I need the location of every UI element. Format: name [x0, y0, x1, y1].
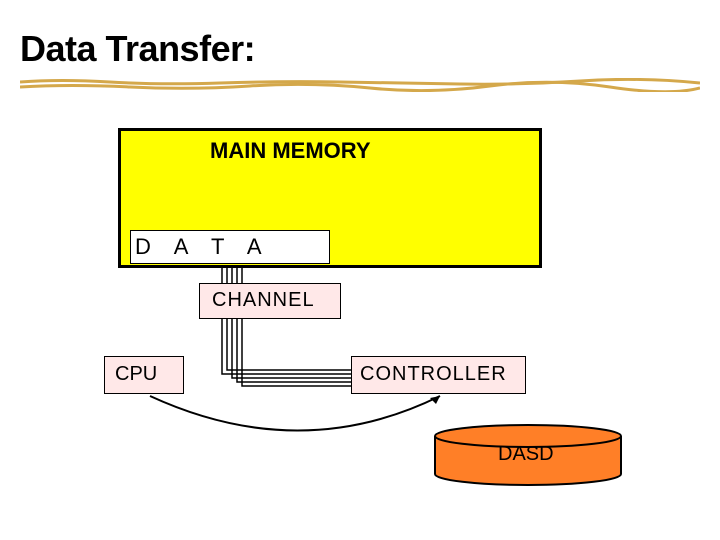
channel-label: CHANNEL	[212, 289, 315, 312]
data-label: D A T A	[135, 234, 271, 260]
slide-title: Data Transfer:	[20, 28, 255, 70]
controller-label: CONTROLLER	[360, 363, 507, 386]
cpu-label: CPU	[115, 363, 157, 386]
main-memory-label: MAIN MEMORY	[210, 138, 371, 164]
dasd-label: DASD	[498, 443, 554, 466]
title-underline	[20, 78, 700, 92]
